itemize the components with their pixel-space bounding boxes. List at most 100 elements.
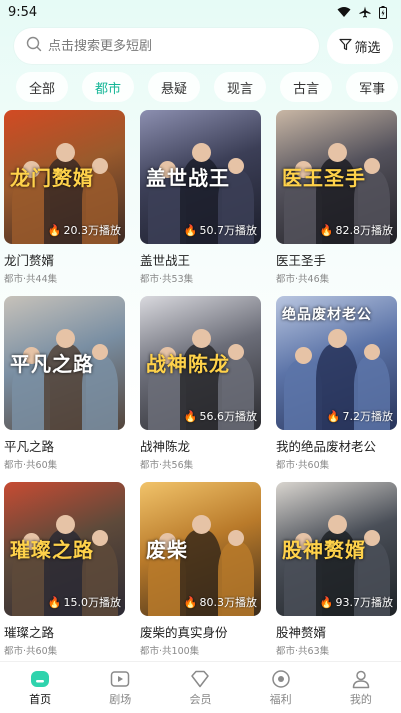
card-title[interactable]: 平凡之路 xyxy=(4,436,125,455)
card-title[interactable]: 龙门赘婿 xyxy=(4,250,125,269)
poster-art: 平凡之路 xyxy=(4,296,125,430)
card-meta: 都市·共60集 xyxy=(4,460,58,471)
poster-title-art: 股神赘婿 xyxy=(282,538,366,562)
vip-icon xyxy=(189,669,211,689)
poster-figure-head xyxy=(327,143,347,162)
poster-figure-head xyxy=(191,515,211,534)
fire-icon: 🔥 xyxy=(326,409,341,423)
battery-icon xyxy=(379,5,387,19)
poster-title-art: 璀璨之路 xyxy=(10,538,94,562)
category-tabs: 全部 都市 悬疑 现言 古言 军事 xyxy=(16,72,401,104)
card-title[interactable]: 盖世战王 xyxy=(140,250,261,269)
card-meta: 都市·共53集 xyxy=(140,274,194,285)
filter-icon xyxy=(339,38,353,55)
home-icon xyxy=(29,669,51,689)
fire-icon: 🔥 xyxy=(319,595,334,609)
play-count: 🔥 50.7万播放 xyxy=(183,223,257,238)
nav-welfare[interactable]: 福利 xyxy=(251,669,311,707)
profile-icon xyxy=(350,669,372,689)
fire-icon: 🔥 xyxy=(183,409,198,423)
poster-figure-head xyxy=(364,344,380,360)
poster-image[interactable]: 医王圣手 🔥 82.8万播放 xyxy=(276,110,397,244)
drama-card[interactable]: 平凡之路 平凡之路 都市·共60集 xyxy=(4,296,125,471)
nav-theater[interactable]: 剧场 xyxy=(90,669,150,707)
status-icons xyxy=(337,5,387,19)
poster-image[interactable]: 龙门赘婿 🔥 20.3万播放 xyxy=(4,110,125,244)
poster-image[interactable]: 璀璨之路 🔥 15.0万播放 xyxy=(4,482,125,616)
tab-suspense[interactable]: 悬疑 xyxy=(148,72,201,102)
card-title[interactable]: 战神陈龙 xyxy=(140,436,261,455)
poster-figure-head xyxy=(364,530,380,546)
welfare-icon xyxy=(270,669,292,689)
poster-figure-head xyxy=(92,344,108,360)
search-input[interactable] xyxy=(48,38,307,54)
card-title[interactable]: 医王圣手 xyxy=(276,250,397,269)
poster-title-art: 战神陈龙 xyxy=(146,352,230,376)
poster-figure-head xyxy=(92,158,108,174)
poster-image[interactable]: 战神陈龙 🔥 56.6万播放 xyxy=(140,296,261,430)
play-count: 🔥 7.2万播放 xyxy=(326,409,393,424)
card-title[interactable]: 股神赘婿 xyxy=(276,622,397,641)
filter-button[interactable]: 筛选 xyxy=(327,28,393,64)
poster-figure-head xyxy=(92,530,108,546)
poster-figure-head xyxy=(327,515,347,534)
poster-title-art: 盖世战王 xyxy=(146,166,230,190)
search-box[interactable] xyxy=(14,28,319,64)
wifi-icon xyxy=(337,6,351,18)
poster-figure-head xyxy=(294,347,312,364)
poster-image[interactable]: 股神赘婿 🔥 93.7万播放 xyxy=(276,482,397,616)
nav-profile[interactable]: 我的 xyxy=(331,669,391,707)
status-bar: 9:54 xyxy=(0,0,401,24)
card-title[interactable]: 璀璨之路 xyxy=(4,622,125,641)
poster-title-art: 医王圣手 xyxy=(282,166,366,190)
poster-title-art: 绝品废材老公 xyxy=(282,307,372,323)
play-count: 🔥 20.3万播放 xyxy=(47,223,121,238)
drama-card[interactable]: 盖世战王 🔥 50.7万播放 盖世战王 都市·共53集 xyxy=(140,110,261,285)
filter-label: 筛选 xyxy=(354,40,381,56)
poster-image[interactable]: 盖世战王 🔥 50.7万播放 xyxy=(140,110,261,244)
poster-title-art: 废柴 xyxy=(146,538,188,562)
drama-card[interactable]: 医王圣手 🔥 82.8万播放 医王圣手 都市·共46集 xyxy=(276,110,397,285)
status-time: 9:54 xyxy=(8,4,38,20)
drama-card[interactable]: 废柴 🔥 80.3万播放 废柴的真实身份 都市·共100集 xyxy=(140,482,261,657)
play-count: 🔥 82.8万播放 xyxy=(319,223,393,238)
card-title[interactable]: 废柴的真实身份 xyxy=(140,622,261,641)
poster-image[interactable]: 平凡之路 xyxy=(4,296,125,430)
drama-card[interactable]: 龙门赘婿 🔥 20.3万播放 龙门赘婿 都市·共44集 xyxy=(4,110,125,285)
poster-figure-head xyxy=(191,329,211,348)
card-meta: 都市·共63集 xyxy=(276,646,330,657)
poster-image[interactable]: 废柴 🔥 80.3万播放 xyxy=(140,482,261,616)
poster-image[interactable]: 绝品废材老公 🔥 7.2万播放 xyxy=(276,296,397,430)
poster-figure-head xyxy=(327,329,347,348)
search-row: 筛选 xyxy=(14,28,393,64)
fire-icon: 🔥 xyxy=(183,223,198,237)
nav-home[interactable]: 首页 xyxy=(10,669,70,707)
drama-card[interactable]: 股神赘婿 🔥 93.7万播放 股神赘婿 都市·共63集 xyxy=(276,482,397,657)
drama-card[interactable]: 璀璨之路 🔥 15.0万播放 璀璨之路 都市·共60集 xyxy=(4,482,125,657)
drama-card[interactable]: 战神陈龙 🔥 56.6万播放 战神陈龙 都市·共56集 xyxy=(140,296,261,471)
poster-figure-head xyxy=(228,530,244,546)
search-icon xyxy=(26,36,42,56)
drama-card[interactable]: 绝品废材老公 🔥 7.2万播放 我的绝品废材老公 都市·共60集 xyxy=(276,296,397,471)
poster-title-art: 平凡之路 xyxy=(10,352,94,376)
tab-ancient-romance[interactable]: 古言 xyxy=(280,72,333,102)
poster-figure-head xyxy=(55,515,75,534)
bottom-nav: 首页 剧场 会员 福利 我的 xyxy=(0,661,401,713)
poster-figure-head xyxy=(55,143,75,162)
card-title[interactable]: 我的绝品废材老公 xyxy=(276,436,397,455)
tab-military[interactable]: 军事 xyxy=(346,72,399,102)
card-meta: 都市·共44集 xyxy=(4,274,58,285)
fire-icon: 🔥 xyxy=(47,595,62,609)
tab-city[interactable]: 都市 xyxy=(82,72,135,102)
nav-vip[interactable]: 会员 xyxy=(170,669,230,707)
poster-figure-head xyxy=(228,344,244,360)
card-meta: 都市·共56集 xyxy=(140,460,194,471)
tab-all[interactable]: 全部 xyxy=(16,72,69,102)
tab-modern-romance[interactable]: 现言 xyxy=(214,72,267,102)
play-count: 🔥 93.7万播放 xyxy=(319,595,393,610)
theater-icon xyxy=(109,669,131,689)
play-count: 🔥 80.3万播放 xyxy=(183,595,257,610)
play-count: 🔥 15.0万播放 xyxy=(47,595,121,610)
airplane-icon xyxy=(359,6,371,18)
card-meta: 都市·共60集 xyxy=(4,646,58,657)
